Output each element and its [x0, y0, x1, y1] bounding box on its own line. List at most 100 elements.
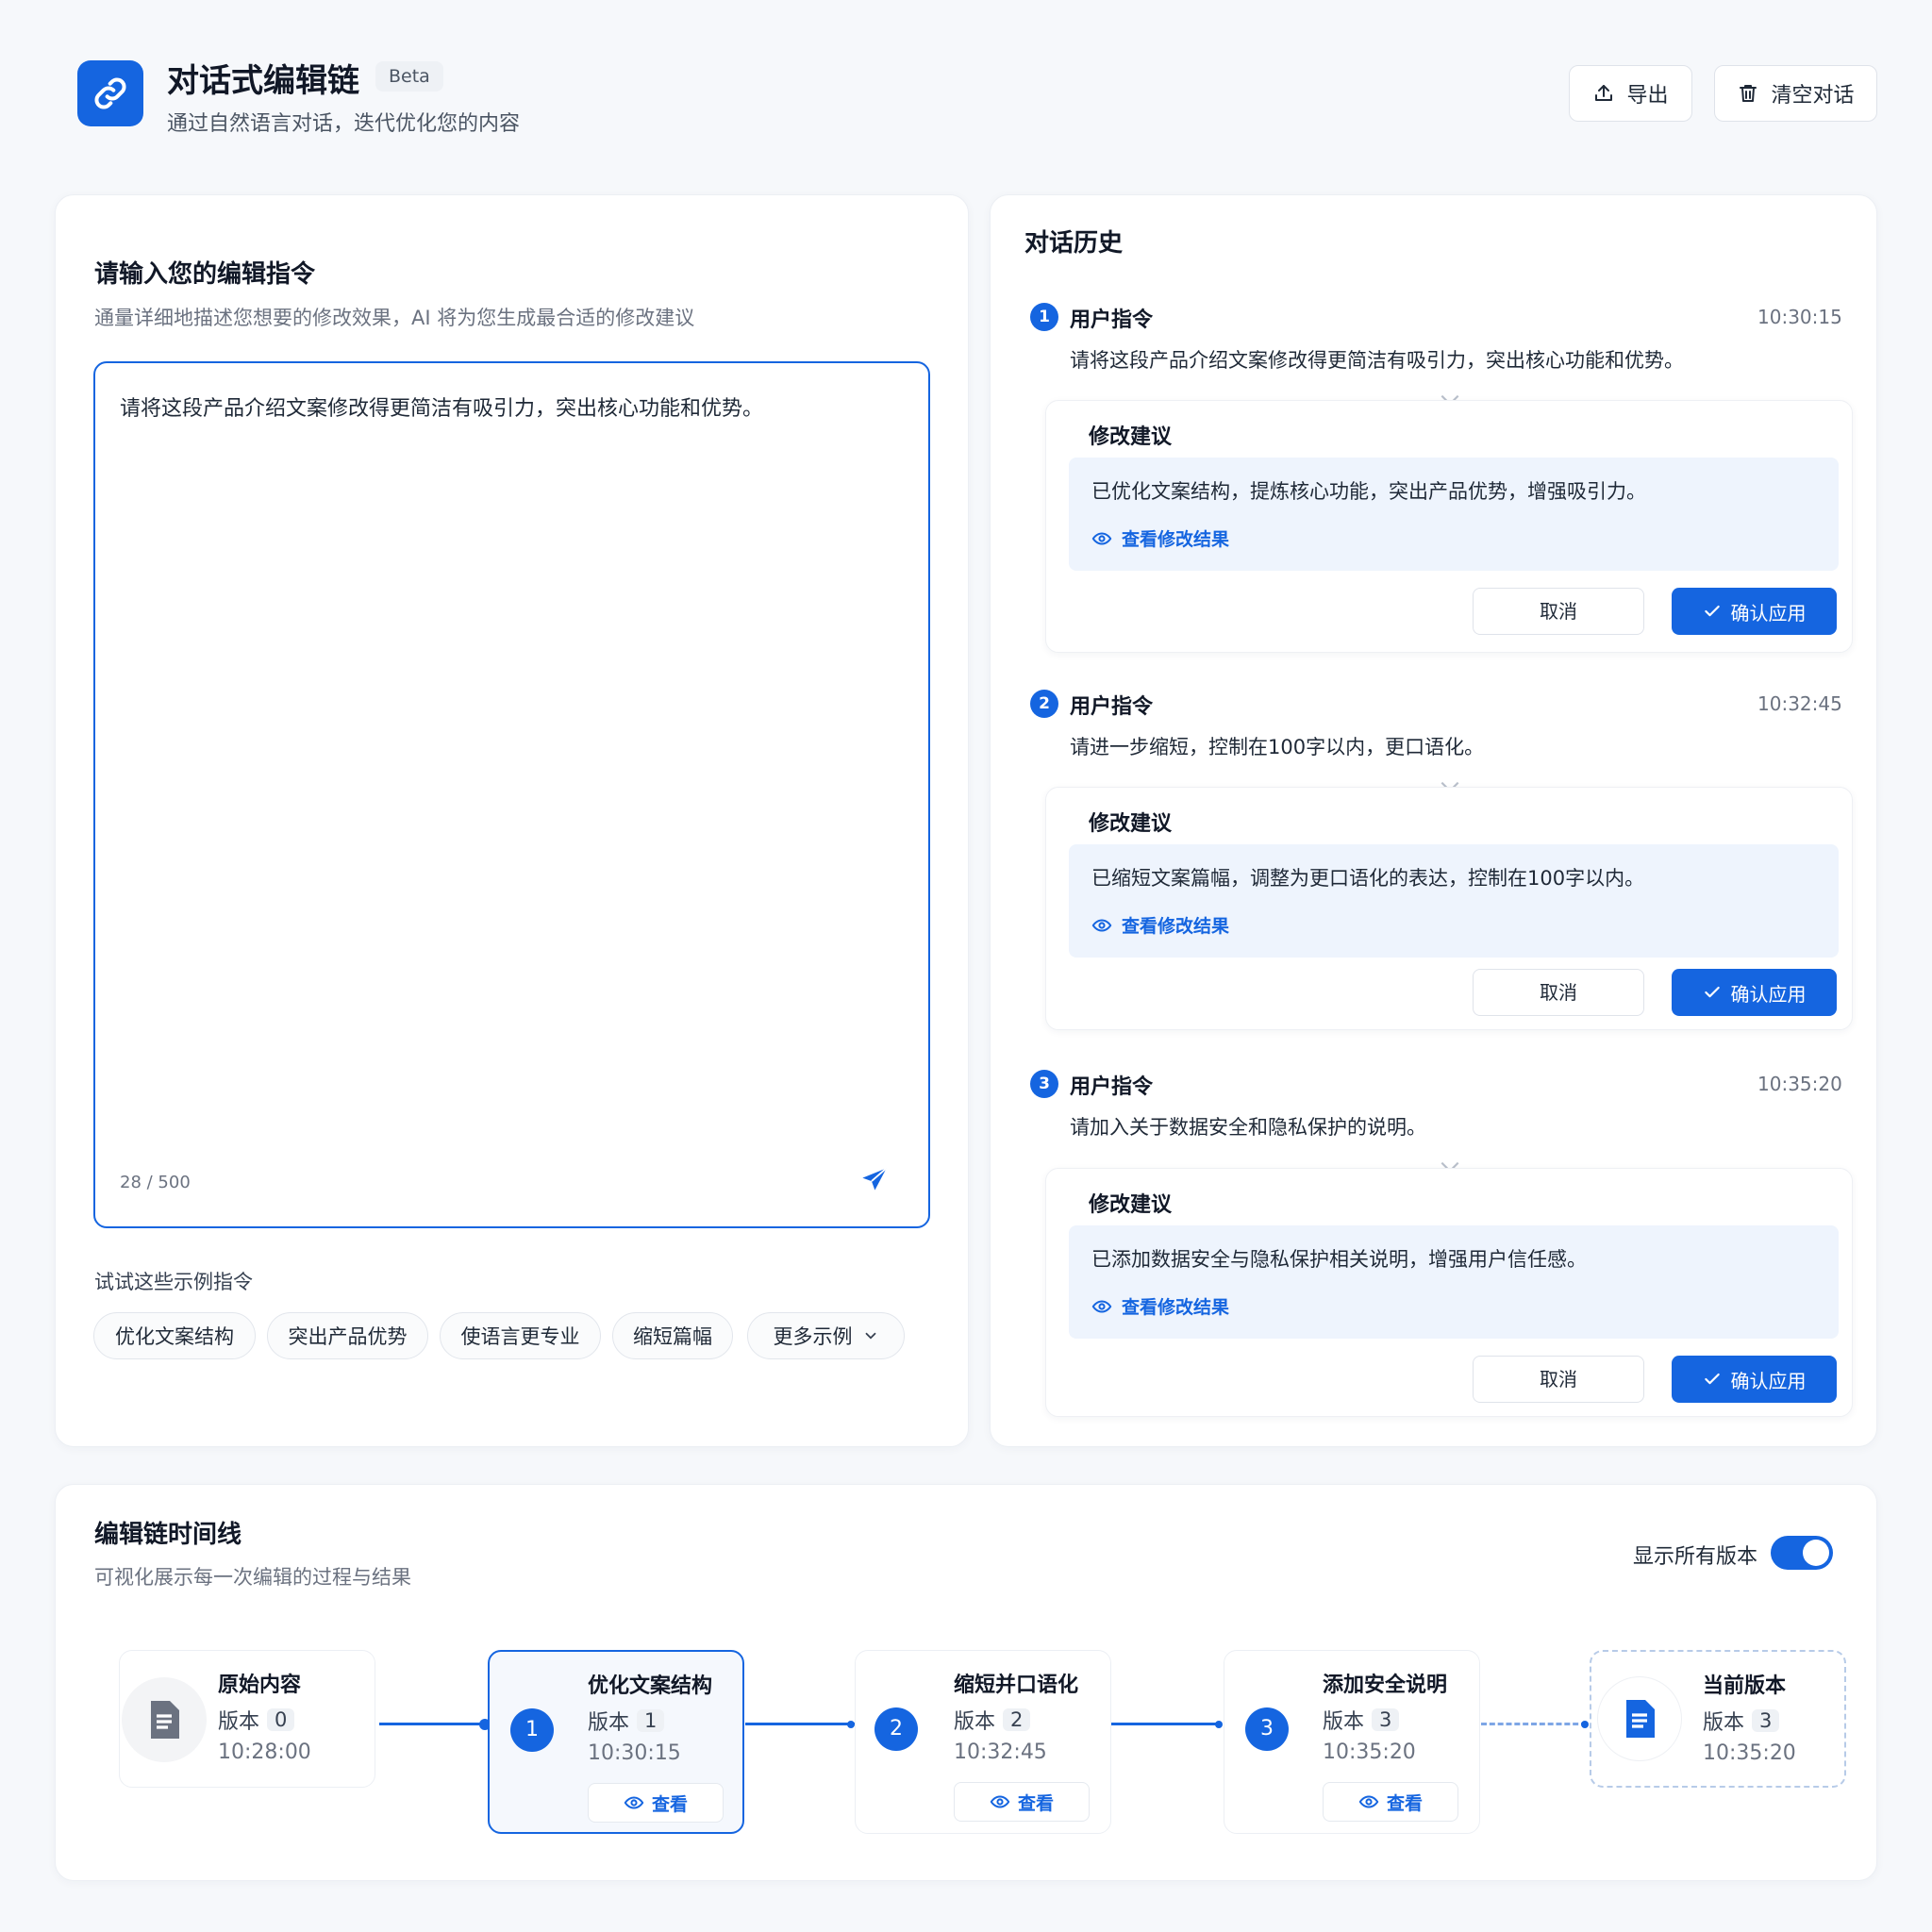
timeline-connector	[745, 1723, 855, 1725]
example-chip-label: 优化文案结构	[115, 1325, 234, 1348]
document-icon	[151, 1701, 179, 1739]
timeline-view-label: 查看	[1017, 1792, 1054, 1814]
more-examples-button[interactable]: 更多示例	[747, 1312, 905, 1359]
check-icon	[1704, 605, 1720, 617]
apply-button[interactable]: 确认应用	[1672, 969, 1837, 1016]
timeline-node-version: 版本 1	[588, 1706, 665, 1736]
user-command-text: 请进一步缩短，控制在100字以内，更口语化。	[1070, 736, 1485, 758]
document-icon-wrap	[122, 1677, 207, 1762]
view-result-label: 查看修改结果	[1122, 1297, 1230, 1318]
history-index-badge: 1	[1030, 303, 1058, 331]
version-prefix: 版本	[218, 1710, 260, 1734]
version-prefix: 版本	[1323, 1710, 1365, 1734]
timeline-subtitle: 可视化展示每一次编辑的过程与结果	[94, 1566, 411, 1589]
user-command-text: 请加入关于数据安全和隐私保护的说明。	[1070, 1116, 1426, 1139]
app-logo	[77, 60, 143, 126]
view-result-link[interactable]: 查看修改结果	[1091, 525, 1229, 551]
eye-icon	[990, 1795, 1010, 1808]
more-examples-label: 更多示例	[773, 1325, 853, 1348]
suggestion-text: 已缩短文案篇幅，调整为更口语化的表达，控制在100字以内。	[1091, 867, 1645, 890]
version-prefix: 版本	[954, 1710, 996, 1734]
version-number: 3	[1752, 1709, 1780, 1732]
example-chip-label: 缩短篇幅	[633, 1325, 712, 1348]
app-subtitle: 通过自然语言对话，迭代优化您的内容	[167, 112, 521, 136]
document-icon	[1626, 1700, 1655, 1738]
timeline-connector	[1111, 1723, 1221, 1725]
trash-icon	[1740, 85, 1757, 102]
timeline-node-number: 1	[510, 1708, 554, 1752]
timeline-node-original[interactable]: 原始内容 版本 0 10:28:00	[119, 1650, 375, 1788]
timeline-view-button[interactable]: 查看	[588, 1783, 724, 1823]
history-timestamp: 10:32:45	[1757, 692, 1842, 715]
suggestion-text: 已优化文案结构，提炼核心功能，突出产品优势，增强吸引力。	[1091, 480, 1646, 503]
suggestion-title: 修改建议	[1089, 1193, 1173, 1217]
suggestion-text: 已添加数据安全与隐私保护相关说明，增强用户信任感。	[1091, 1248, 1587, 1271]
suggestion-card: 修改建议 已优化文案结构，提炼核心功能，突出产品优势，增强吸引力。 查看修改结果…	[1045, 400, 1853, 653]
link-icon	[94, 77, 126, 109]
version-number: 0	[267, 1708, 295, 1731]
input-panel-subtitle: 通量详细地描述您想要的修改效果，AI 将为您生成最合适的修改建议	[94, 307, 695, 329]
example-chip[interactable]: 缩短篇幅	[612, 1312, 733, 1359]
timeline-dot	[847, 1721, 855, 1728]
eye-icon	[1358, 1795, 1379, 1808]
timeline-view-button[interactable]: 查看	[1323, 1782, 1458, 1822]
timeline-dot	[1581, 1721, 1589, 1728]
show-all-versions-toggle[interactable]	[1771, 1536, 1833, 1570]
timeline-node-version-2[interactable]: 2 缩短并口语化 版本 2 10:32:45 查看	[855, 1650, 1111, 1834]
timeline-node-version: 版本 3	[1323, 1705, 1400, 1735]
suggestion-box: 已缩短文案篇幅，调整为更口语化的表达，控制在100字以内。 查看修改结果	[1069, 844, 1839, 958]
apply-label: 确认应用	[1730, 1369, 1807, 1392]
apply-label: 确认应用	[1730, 982, 1807, 1006]
eye-icon	[1091, 1299, 1112, 1313]
export-button[interactable]: 导出	[1569, 65, 1692, 122]
clear-chat-button[interactable]: 清空对话	[1714, 65, 1877, 122]
history-timestamp: 10:30:15	[1757, 306, 1842, 328]
example-chip[interactable]: 突出产品优势	[267, 1312, 428, 1359]
example-chip-label: 突出产品优势	[288, 1325, 408, 1348]
upload-icon	[1595, 85, 1613, 101]
timeline-dot	[1215, 1721, 1223, 1728]
clear-chat-label: 清空对话	[1771, 84, 1855, 108]
timeline-node-title: 优化文案结构	[588, 1674, 713, 1698]
timeline-connector-dashed	[1481, 1723, 1587, 1725]
suggestion-box: 已添加数据安全与隐私保护相关说明，增强用户信任感。 查看修改结果	[1069, 1225, 1839, 1339]
suggestion-title: 修改建议	[1089, 812, 1173, 836]
examples-label: 试试这些示例指令	[94, 1271, 253, 1293]
cancel-button[interactable]: 取消	[1473, 588, 1644, 635]
apply-button[interactable]: 确认应用	[1672, 1356, 1837, 1403]
version-number: 1	[637, 1709, 665, 1732]
example-chip[interactable]: 使语言更专业	[440, 1312, 601, 1359]
timeline-node-version-3[interactable]: 3 添加安全说明 版本 3 10:35:20 查看	[1224, 1650, 1480, 1834]
example-chip[interactable]: 优化文案结构	[93, 1312, 256, 1359]
timeline-node-time: 10:30:15	[588, 1741, 681, 1765]
history-index-badge: 2	[1030, 690, 1058, 718]
send-button[interactable]	[859, 1165, 890, 1199]
cancel-button[interactable]: 取消	[1473, 969, 1644, 1016]
document-icon-wrap	[1597, 1676, 1682, 1761]
view-result-link[interactable]: 查看修改结果	[1091, 1293, 1229, 1319]
timeline-view-button[interactable]: 查看	[954, 1782, 1090, 1822]
timeline-node-title: 缩短并口语化	[954, 1674, 1079, 1697]
view-result-link[interactable]: 查看修改结果	[1091, 912, 1229, 938]
example-chip-label: 使语言更专业	[460, 1325, 580, 1348]
eye-icon	[1091, 531, 1112, 545]
timeline-node-version: 版本 2	[954, 1705, 1031, 1735]
input-panel-title: 请输入您的编辑指令	[94, 260, 316, 289]
show-all-versions-label: 显示所有版本	[1633, 1545, 1758, 1569]
timeline-node-current[interactable]: 当前版本 版本 3 10:35:20	[1590, 1650, 1846, 1788]
instruction-textarea[interactable]: 请将这段产品介绍文案修改得更简洁有吸引力，突出核心功能和优势。 28 / 500	[93, 361, 930, 1228]
version-prefix: 版本	[1703, 1711, 1745, 1735]
timeline-node-time: 10:28:00	[218, 1740, 311, 1764]
apply-button[interactable]: 确认应用	[1672, 588, 1837, 635]
chevron-down-icon	[865, 1332, 875, 1340]
version-number: 3	[1372, 1708, 1400, 1731]
timeline-node-version: 版本 0	[218, 1705, 295, 1735]
timeline-node-version-1[interactable]: 1 优化文案结构 版本 1 10:30:15 查看	[488, 1650, 744, 1834]
export-label: 导出	[1626, 84, 1669, 108]
timeline-node-number: 2	[874, 1707, 918, 1751]
view-result-label: 查看修改结果	[1122, 916, 1230, 937]
cancel-button[interactable]: 取消	[1473, 1356, 1644, 1403]
timeline-node-title: 当前版本	[1703, 1674, 1787, 1698]
check-icon	[1704, 986, 1720, 998]
send-icon	[862, 1167, 888, 1191]
